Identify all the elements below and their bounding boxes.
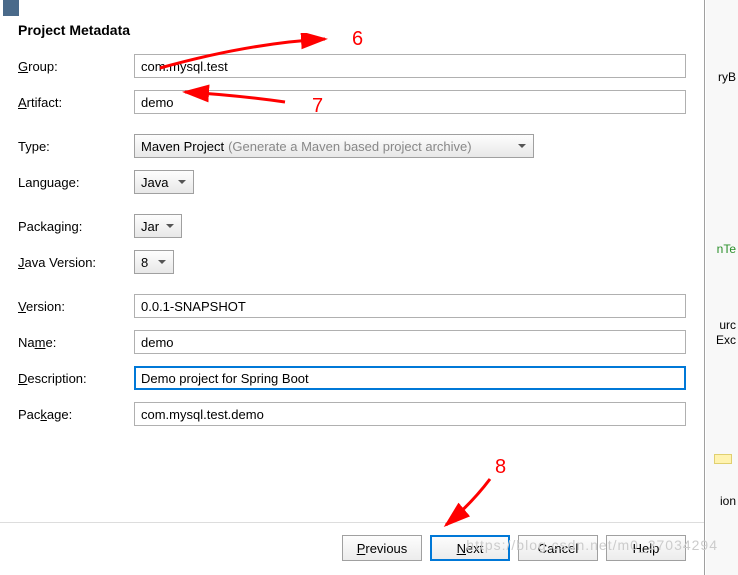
artifact-input[interactable] bbox=[134, 90, 686, 114]
java-version-value: 8 bbox=[141, 255, 148, 270]
language-value: Java bbox=[141, 175, 168, 190]
bg-marker bbox=[714, 454, 732, 464]
description-label: Description: bbox=[18, 371, 134, 386]
section-title: Project Metadata bbox=[18, 22, 704, 38]
bg-text: ion bbox=[720, 494, 736, 508]
dialog-icon bbox=[3, 0, 19, 16]
help-button[interactable]: Help bbox=[606, 535, 686, 561]
type-select[interactable]: Maven Project (Generate a Maven based pr… bbox=[134, 134, 534, 158]
java-version-label: Java Version: bbox=[18, 255, 134, 270]
language-select[interactable]: Java bbox=[134, 170, 194, 194]
bg-text: Exc bbox=[716, 333, 736, 347]
name-label: Name: bbox=[18, 335, 134, 350]
version-label: Version: bbox=[18, 299, 134, 314]
description-input[interactable] bbox=[134, 366, 686, 390]
artifact-label: Artifact: bbox=[18, 95, 134, 110]
bg-text: ryB bbox=[718, 70, 736, 84]
type-label: Type: bbox=[18, 139, 134, 154]
group-label: Group: bbox=[18, 59, 134, 74]
dialog-button-bar: Previous Next Cancel Help bbox=[0, 522, 704, 561]
type-hint: (Generate a Maven based project archive) bbox=[228, 139, 472, 154]
packaging-select[interactable]: Jar bbox=[134, 214, 182, 238]
packaging-value: Jar bbox=[141, 219, 159, 234]
language-label: Language: bbox=[18, 175, 134, 190]
next-button[interactable]: Next bbox=[430, 535, 510, 561]
type-value: Maven Project bbox=[141, 139, 224, 154]
bg-text: urc bbox=[719, 318, 736, 332]
package-label: Package: bbox=[18, 407, 134, 422]
project-metadata-form: Group: Artifact: Type: Maven Project (Ge… bbox=[0, 54, 704, 426]
name-input[interactable] bbox=[134, 330, 686, 354]
bg-text: nTe bbox=[717, 242, 736, 256]
version-input[interactable] bbox=[134, 294, 686, 318]
package-input[interactable] bbox=[134, 402, 686, 426]
new-project-dialog: Project Metadata Group: Artifact: Type: … bbox=[0, 0, 705, 575]
packaging-label: Packaging: bbox=[18, 219, 134, 234]
background-editor-strip: ryB nTe urc Exc ion bbox=[706, 0, 738, 575]
group-input[interactable] bbox=[134, 54, 686, 78]
java-version-select[interactable]: 8 bbox=[134, 250, 174, 274]
previous-button[interactable]: Previous bbox=[342, 535, 422, 561]
cancel-button[interactable]: Cancel bbox=[518, 535, 598, 561]
